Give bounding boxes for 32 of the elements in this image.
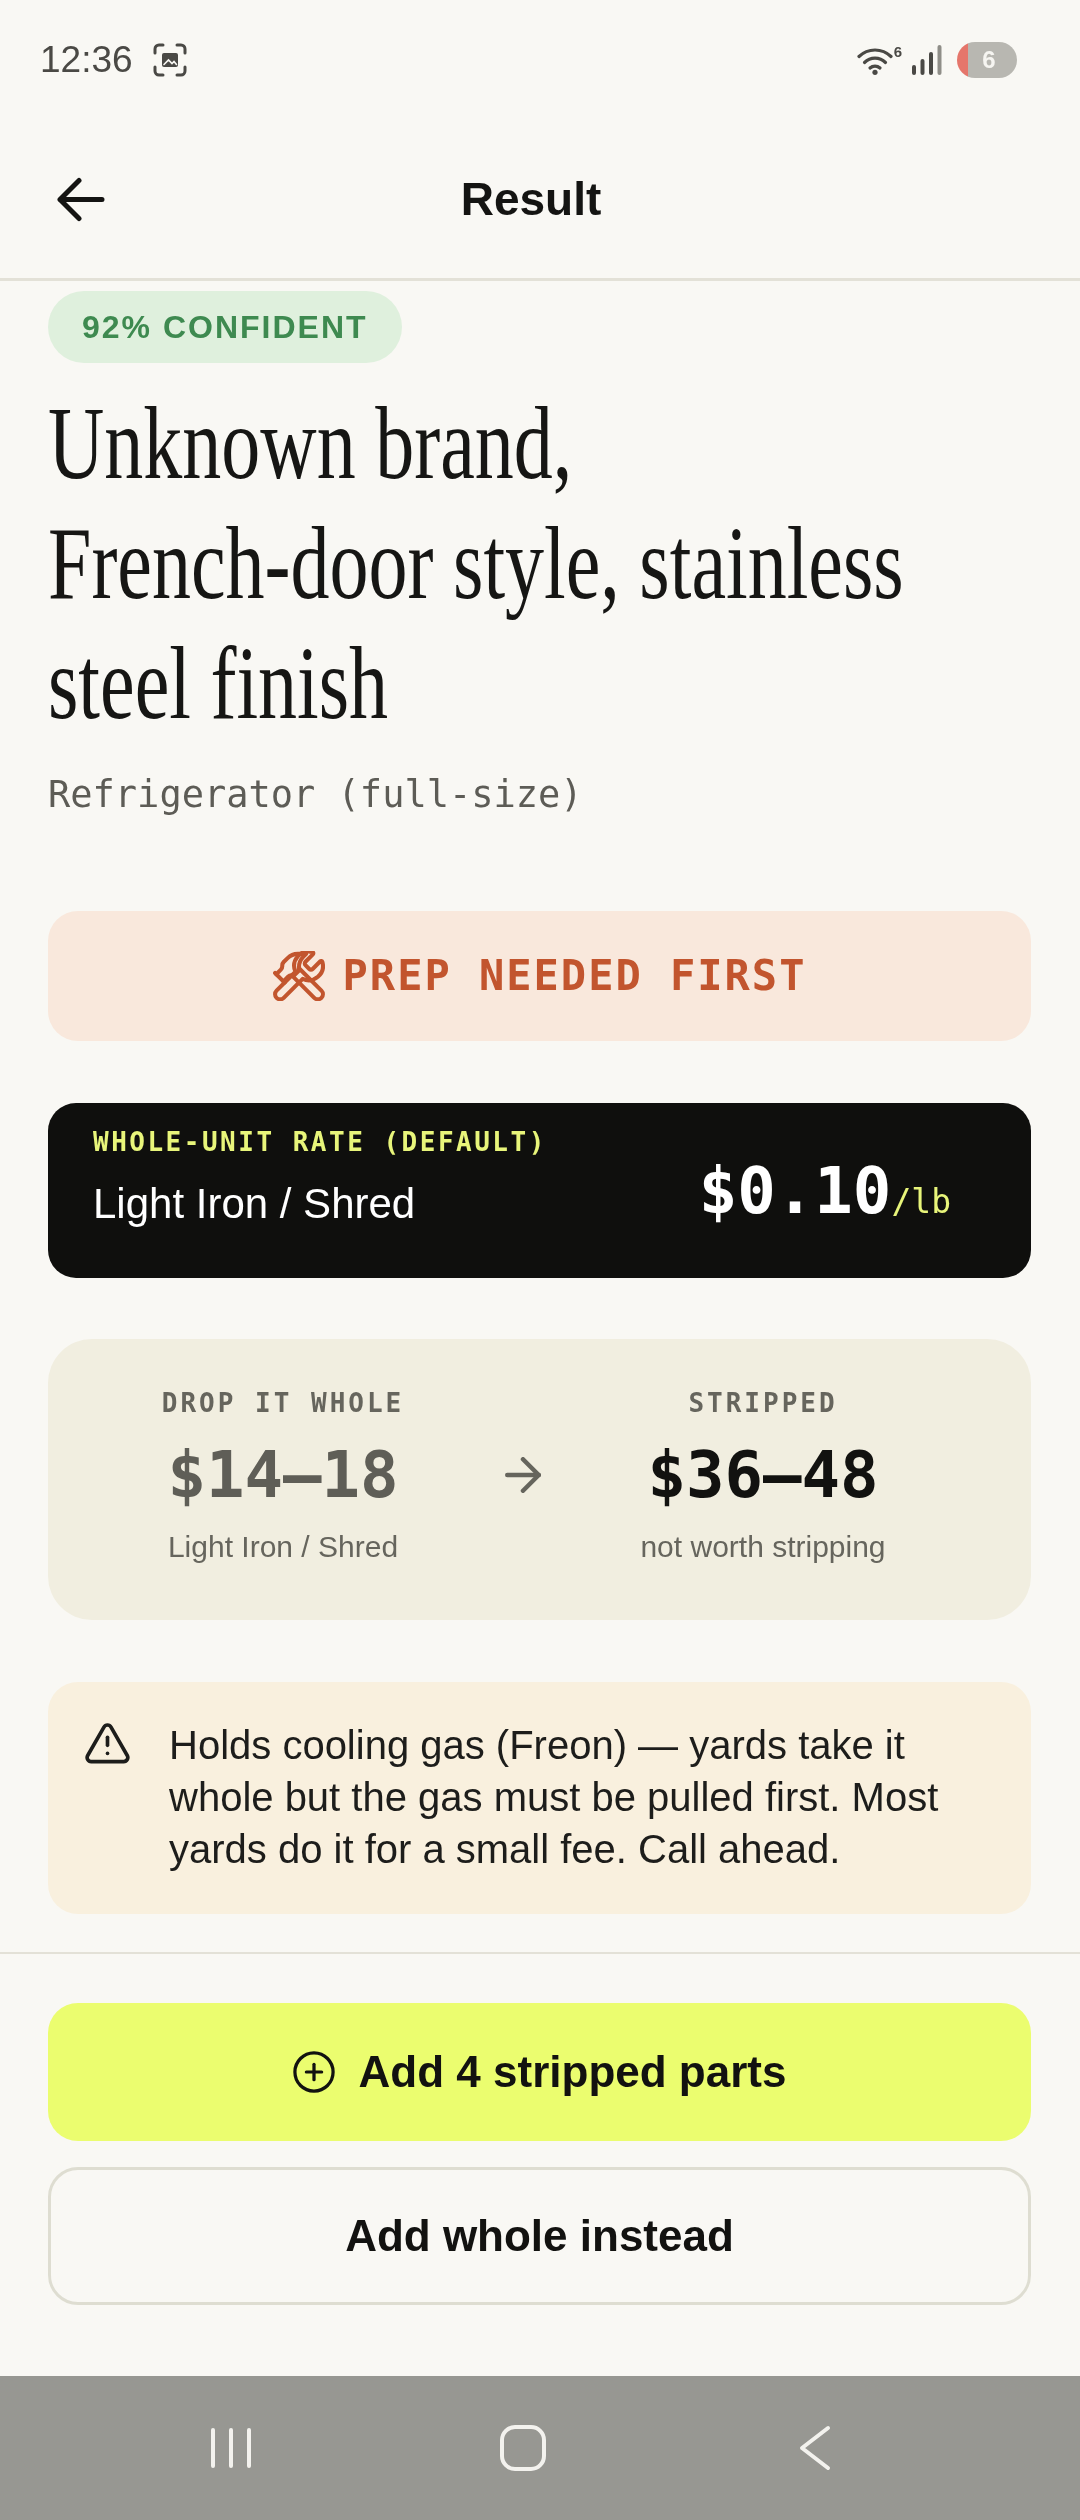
option-label-text: DROP IT WHOLE [161, 1388, 405, 1418]
option-note-text: not worth stripping [640, 1529, 886, 1565]
add-parts-button[interactable]: Add 4 stripped parts [48, 2003, 1031, 2141]
option-label-text: STRIPPED [688, 1388, 838, 1418]
add-whole-button[interactable]: Add whole instead [48, 2167, 1031, 2305]
clock-text: 12:36 [40, 38, 133, 82]
signal-icon [912, 45, 942, 75]
screenshot-icon [152, 43, 187, 77]
rate-label-text: WHOLE-UNIT RATE (DEFAULT) [93, 1126, 547, 1157]
rate-category-text: Light Iron / Shred [93, 1178, 417, 1229]
back-icon[interactable] [799, 2425, 831, 2471]
rate-unit-text: /lb [891, 1181, 951, 1222]
confidence-badge: 92% CONFIDENT [48, 291, 402, 363]
recent-apps-icon[interactable] [210, 2427, 252, 2469]
option-note-text: Light Iron / Shred [167, 1529, 399, 1565]
option-price-text: $14–18 [167, 1439, 399, 1511]
home-icon[interactable] [500, 2425, 546, 2471]
back-arrow-icon [57, 176, 105, 222]
warning-icon [85, 1723, 130, 1764]
category-text: Refrigerator (full-size) [48, 773, 584, 817]
plus-circle-icon [292, 2051, 335, 2093]
rate-price-text: $0.10 [698, 1152, 892, 1229]
wifi-standard-text: 6 [893, 44, 902, 60]
battery-indicator: 6 [957, 42, 1017, 78]
wifi-icon [856, 45, 893, 75]
page-title: Result [460, 172, 602, 227]
item-title: Unknown brand, French-door style, stainless steel finish [48, 384, 905, 742]
back-button[interactable] [57, 176, 105, 222]
prep-banner-text: PREP NEEDED FIRST [342, 951, 807, 1001]
hammer-wrench-icon [272, 951, 325, 1001]
option-price-text: $36–48 [647, 1439, 879, 1511]
warning-text: Holds cooling gas (Freon) — yards take it whole but the gas must be pulled first. Most yards do it for a small fee. Call ahead. [169, 1722, 940, 1873]
